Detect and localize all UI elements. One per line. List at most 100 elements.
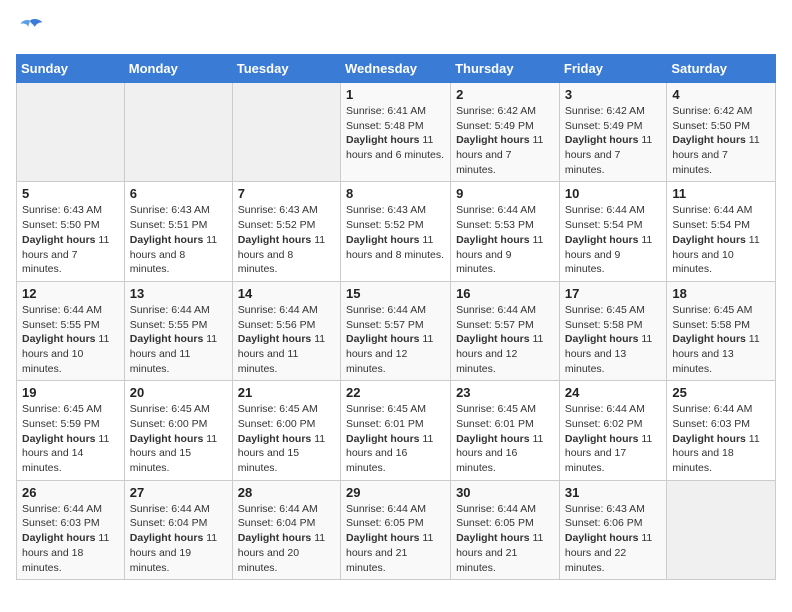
- day-number: 11: [672, 186, 770, 201]
- calendar-cell: 30 Sunrise: 6:44 AMSunset: 6:05 PMDayligh…: [451, 480, 560, 579]
- day-info: Sunrise: 6:44 AMSunset: 5:55 PMDaylight …: [130, 303, 227, 376]
- logo-bird-icon: [16, 16, 44, 44]
- calendar-table: SundayMondayTuesdayWednesdayThursdayFrid…: [16, 54, 776, 580]
- day-of-week-header: Tuesday: [232, 55, 340, 83]
- day-number: 30: [456, 485, 554, 500]
- day-info: Sunrise: 6:44 AMSunset: 5:56 PMDaylight …: [238, 303, 335, 376]
- calendar-cell: 24 Sunrise: 6:44 AMSunset: 6:02 PMDayligh…: [559, 381, 666, 480]
- day-number: 8: [346, 186, 445, 201]
- day-number: 24: [565, 385, 661, 400]
- day-number: 25: [672, 385, 770, 400]
- calendar-cell: [667, 480, 776, 579]
- day-number: 16: [456, 286, 554, 301]
- day-info: Sunrise: 6:44 AMSunset: 5:57 PMDaylight …: [346, 303, 445, 376]
- calendar-cell: 15 Sunrise: 6:44 AMSunset: 5:57 PMDayligh…: [340, 281, 450, 380]
- calendar-cell: 12 Sunrise: 6:44 AMSunset: 5:55 PMDayligh…: [17, 281, 125, 380]
- day-number: 10: [565, 186, 661, 201]
- day-info: Sunrise: 6:45 AMSunset: 5:59 PMDaylight …: [22, 402, 119, 475]
- calendar-cell: 22 Sunrise: 6:45 AMSunset: 6:01 PMDayligh…: [340, 381, 450, 480]
- day-info: Sunrise: 6:44 AMSunset: 5:55 PMDaylight …: [22, 303, 119, 376]
- calendar-cell: 6 Sunrise: 6:43 AMSunset: 5:51 PMDaylight…: [124, 182, 232, 281]
- day-of-week-header: Saturday: [667, 55, 776, 83]
- calendar-cell: 4 Sunrise: 6:42 AMSunset: 5:50 PMDaylight…: [667, 83, 776, 182]
- calendar-week-row: 12 Sunrise: 6:44 AMSunset: 5:55 PMDayligh…: [17, 281, 776, 380]
- day-number: 22: [346, 385, 445, 400]
- calendar-cell: [17, 83, 125, 182]
- day-number: 28: [238, 485, 335, 500]
- day-info: Sunrise: 6:44 AMSunset: 6:03 PMDaylight …: [672, 402, 770, 475]
- calendar-cell: 21 Sunrise: 6:45 AMSunset: 6:00 PMDayligh…: [232, 381, 340, 480]
- day-info: Sunrise: 6:43 AMSunset: 6:06 PMDaylight …: [565, 502, 661, 575]
- day-number: 1: [346, 87, 445, 102]
- day-info: Sunrise: 6:44 AMSunset: 6:02 PMDaylight …: [565, 402, 661, 475]
- logo: [16, 16, 48, 44]
- calendar-cell: 10 Sunrise: 6:44 AMSunset: 5:54 PMDayligh…: [559, 182, 666, 281]
- day-of-week-header: Friday: [559, 55, 666, 83]
- calendar-week-row: 26Sunrise: 6:44 AMSunset: 6:03 PMDayligh…: [17, 480, 776, 579]
- day-number: 19: [22, 385, 119, 400]
- day-number: 18: [672, 286, 770, 301]
- day-info: Sunrise: 6:45 AMSunset: 6:00 PMDaylight …: [238, 402, 335, 475]
- day-info: Sunrise: 6:43 AMSunset: 5:52 PMDaylight …: [346, 203, 445, 262]
- calendar-cell: 27 Sunrise: 6:44 AMSunset: 6:04 PMDayligh…: [124, 480, 232, 579]
- day-number: 4: [672, 87, 770, 102]
- calendar-cell: 7 Sunrise: 6:43 AMSunset: 5:52 PMDaylight…: [232, 182, 340, 281]
- day-info: Sunrise: 6:44 AMSunset: 5:53 PMDaylight …: [456, 203, 554, 276]
- day-info: Sunrise: 6:45 AMSunset: 5:58 PMDaylight …: [672, 303, 770, 376]
- day-number: 29: [346, 485, 445, 500]
- day-info: Sunrise: 6:43 AMSunset: 5:52 PMDaylight …: [238, 203, 335, 276]
- calendar-cell: 31 Sunrise: 6:43 AMSunset: 6:06 PMDayligh…: [559, 480, 666, 579]
- day-number: 5: [22, 186, 119, 201]
- day-info: Sunrise: 6:45 AMSunset: 6:00 PMDaylight …: [130, 402, 227, 475]
- calendar-cell: 11Sunrise: 6:44 AMSunset: 5:54 PMDayligh…: [667, 182, 776, 281]
- day-of-week-header: Wednesday: [340, 55, 450, 83]
- calendar-cell: 17Sunrise: 6:45 AMSunset: 5:58 PMDayligh…: [559, 281, 666, 380]
- calendar-cell: 25 Sunrise: 6:44 AMSunset: 6:03 PMDayligh…: [667, 381, 776, 480]
- day-number: 2: [456, 87, 554, 102]
- day-number: 9: [456, 186, 554, 201]
- day-info: Sunrise: 6:45 AMSunset: 6:01 PMDaylight …: [456, 402, 554, 475]
- day-of-week-header: Thursday: [451, 55, 560, 83]
- day-number: 27: [130, 485, 227, 500]
- day-info: Sunrise: 6:44 AMSunset: 6:04 PMDaylight …: [238, 502, 335, 575]
- day-number: 12: [22, 286, 119, 301]
- day-number: 15: [346, 286, 445, 301]
- day-info: Sunrise: 6:42 AMSunset: 5:49 PMDaylight …: [456, 104, 554, 177]
- day-info: Sunrise: 6:43 AMSunset: 5:50 PMDaylight …: [22, 203, 119, 276]
- calendar-cell: 8 Sunrise: 6:43 AMSunset: 5:52 PMDaylight…: [340, 182, 450, 281]
- calendar-week-row: 5 Sunrise: 6:43 AMSunset: 5:50 PMDaylight…: [17, 182, 776, 281]
- calendar-cell: 9 Sunrise: 6:44 AMSunset: 5:53 PMDaylight…: [451, 182, 560, 281]
- calendar-cell: 3 Sunrise: 6:42 AMSunset: 5:49 PMDaylight…: [559, 83, 666, 182]
- day-number: 7: [238, 186, 335, 201]
- day-number: 6: [130, 186, 227, 201]
- day-number: 21: [238, 385, 335, 400]
- calendar-cell: 23 Sunrise: 6:45 AMSunset: 6:01 PMDayligh…: [451, 381, 560, 480]
- calendar-week-row: 1 Sunrise: 6:41 AMSunset: 5:48 PMDaylight…: [17, 83, 776, 182]
- day-info: Sunrise: 6:43 AMSunset: 5:51 PMDaylight …: [130, 203, 227, 276]
- day-info: Sunrise: 6:44 AMSunset: 5:54 PMDaylight …: [565, 203, 661, 276]
- calendar-cell: 20Sunrise: 6:45 AMSunset: 6:00 PMDayligh…: [124, 381, 232, 480]
- calendar-cell: 14 Sunrise: 6:44 AMSunset: 5:56 PMDayligh…: [232, 281, 340, 380]
- day-number: 31: [565, 485, 661, 500]
- day-of-week-header: Monday: [124, 55, 232, 83]
- day-info: Sunrise: 6:42 AMSunset: 5:49 PMDaylight …: [565, 104, 661, 177]
- day-of-week-header: Sunday: [17, 55, 125, 83]
- calendar-cell: 1 Sunrise: 6:41 AMSunset: 5:48 PMDaylight…: [340, 83, 450, 182]
- calendar-cell: 16Sunrise: 6:44 AMSunset: 5:57 PMDayligh…: [451, 281, 560, 380]
- day-number: 26: [22, 485, 119, 500]
- day-info: Sunrise: 6:42 AMSunset: 5:50 PMDaylight …: [672, 104, 770, 177]
- calendar-cell: 18 Sunrise: 6:45 AMSunset: 5:58 PMDayligh…: [667, 281, 776, 380]
- day-info: Sunrise: 6:45 AMSunset: 6:01 PMDaylight …: [346, 402, 445, 475]
- day-info: Sunrise: 6:44 AMSunset: 6:05 PMDaylight …: [456, 502, 554, 575]
- calendar-cell: [124, 83, 232, 182]
- calendar-cell: 26Sunrise: 6:44 AMSunset: 6:03 PMDayligh…: [17, 480, 125, 579]
- calendar-cell: 19 Sunrise: 6:45 AMSunset: 5:59 PMDayligh…: [17, 381, 125, 480]
- day-number: 14: [238, 286, 335, 301]
- calendar-cell: 29Sunrise: 6:44 AMSunset: 6:05 PMDayligh…: [340, 480, 450, 579]
- day-number: 23: [456, 385, 554, 400]
- calendar-week-row: 19 Sunrise: 6:45 AMSunset: 5:59 PMDayligh…: [17, 381, 776, 480]
- day-info: Sunrise: 6:44 AMSunset: 6:04 PMDaylight …: [130, 502, 227, 575]
- day-info: Sunrise: 6:41 AMSunset: 5:48 PMDaylight …: [346, 104, 445, 163]
- day-number: 3: [565, 87, 661, 102]
- page-header: [16, 16, 776, 44]
